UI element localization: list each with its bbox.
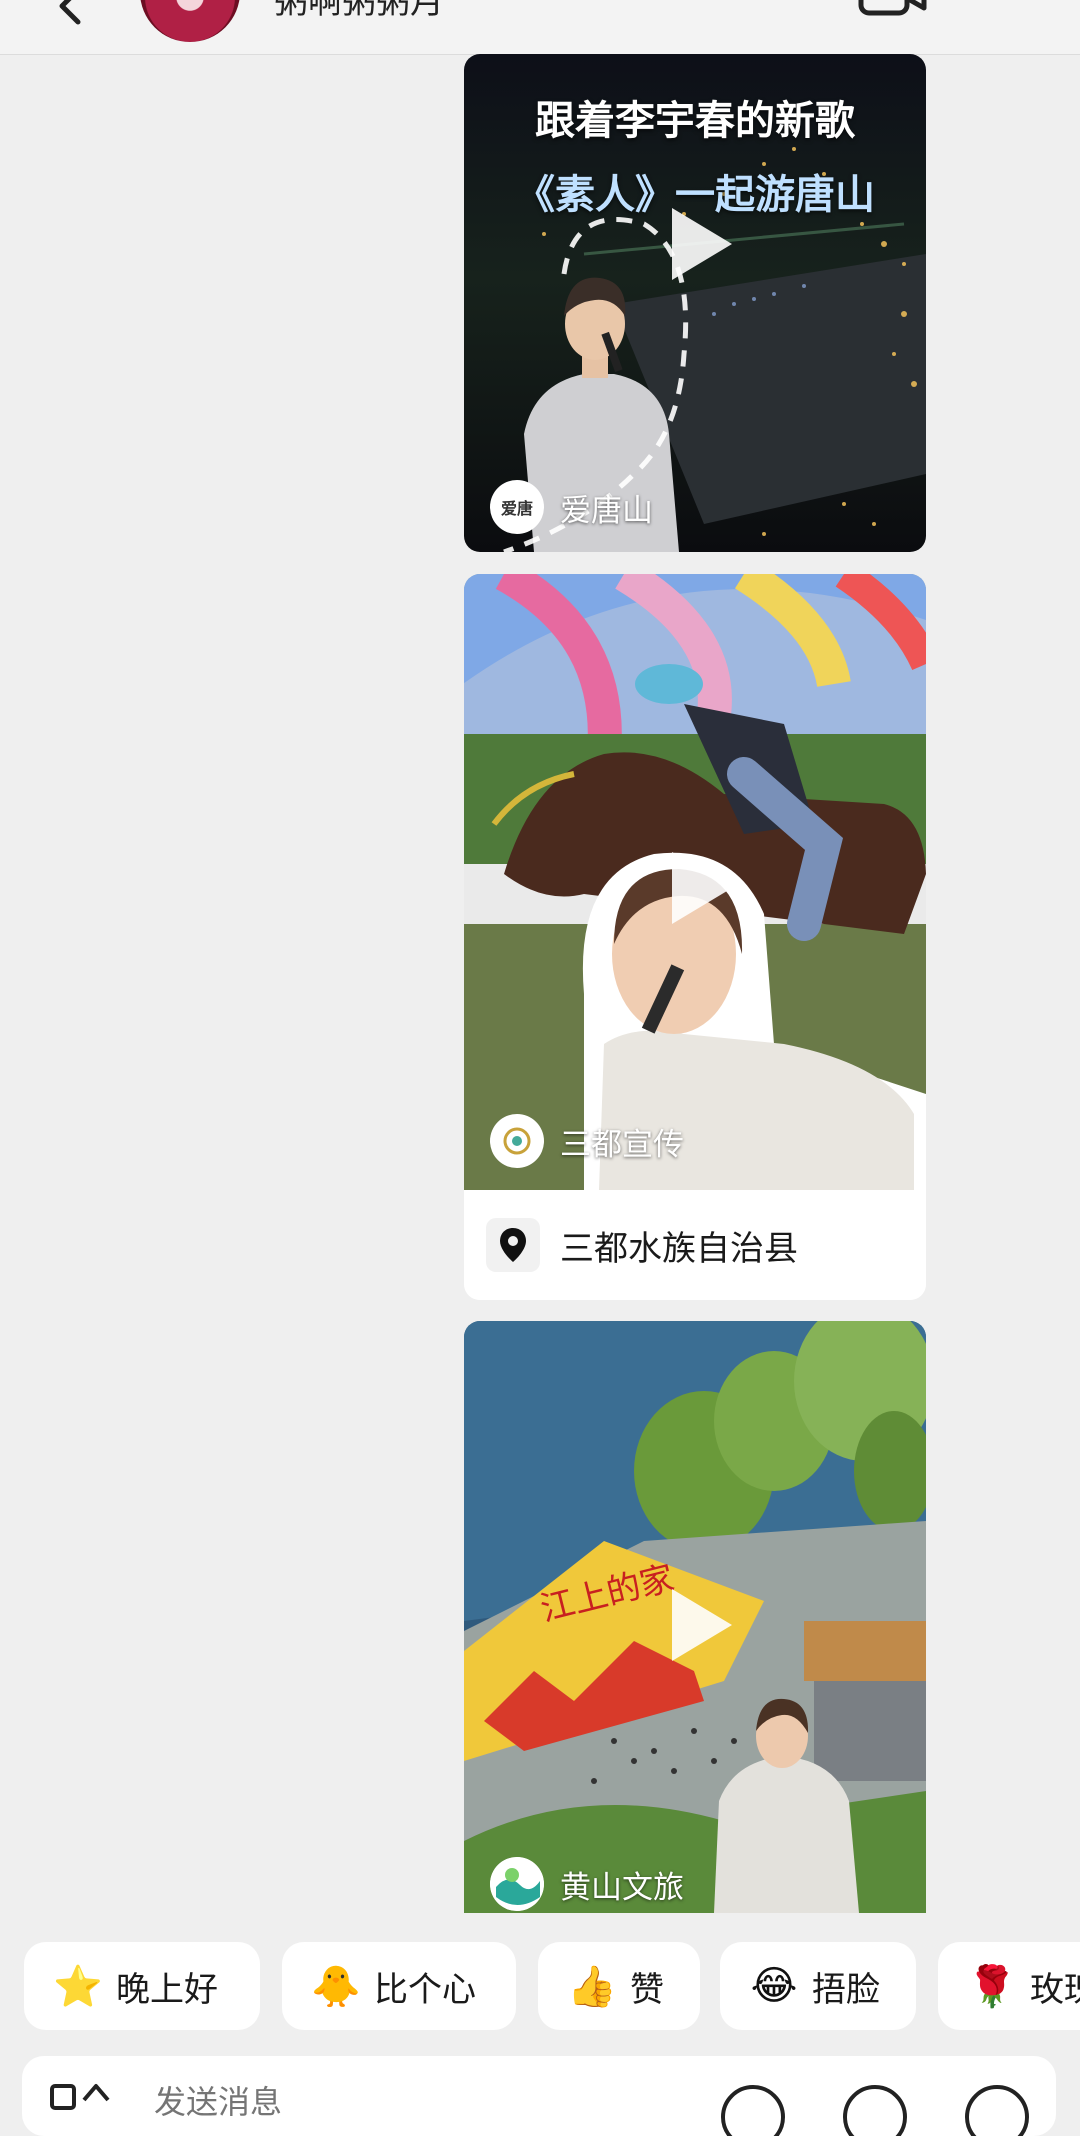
thumbs-up-icon: 👍 [567,1963,617,2010]
play-icon [672,1589,732,1661]
location-text: 三都水族自治县 [560,1228,798,1269]
image-icon[interactable] [840,2082,910,2136]
source-name: 黄山文旅 [560,1869,684,1906]
quick-reply-chip[interactable]: ⭐ 晚上好 [24,1942,260,2030]
play-icon [672,208,732,280]
video-caption-line1: 跟着李宇春的新歌 [535,98,855,144]
star-icon: ⭐ [53,1963,103,2010]
voice-icon[interactable] [48,2082,114,2136]
source-name: 三都宣传 [560,1126,684,1163]
source-name: 爱唐山 [560,492,653,529]
location-row[interactable]: 三都水族自治县 [464,1190,926,1300]
video-card[interactable]: 三都宣传 三都水族自治县 [464,574,926,1300]
video-source: 黄山文旅 [490,1857,684,1911]
plus-icon[interactable] [962,2082,1032,2136]
chat-header: 粥啊粥粥月 [0,0,1080,55]
video-call-icon[interactable] [858,0,928,16]
chick-icon: 🐥 [311,1963,361,2010]
emoji-icon[interactable] [718,2082,788,2136]
avatar[interactable] [140,0,240,42]
message-input[interactable] [152,2082,556,2122]
quick-reply-bar: ⭐ 晚上好 🐥 比个心 👍 赞 😂 捂脸 🌹 玫瑰 [0,1942,1080,2032]
video-thumbnail[interactable]: 三都宣传 [464,574,926,1190]
video-card[interactable]: 跟着李宇春的新歌 《素人》一起游唐山 爱唐 爱唐山 [464,54,926,552]
chat-title: 粥啊粥粥月 [274,0,444,22]
source-avatar [490,1857,544,1911]
quick-reply-chip[interactable]: 👍 赞 [538,1942,700,2030]
quick-reply-chip[interactable]: 🌹 玫瑰 [938,1942,1080,2030]
quick-reply-chip[interactable]: 🐥 比个心 [282,1942,516,2030]
chevron-left-icon[interactable] [44,0,104,34]
video-source: 爱唐 爱唐山 [490,480,653,534]
video-card[interactable]: 江上的家 黄山文旅 [464,1321,926,1913]
message-input-bar [22,2056,1056,2136]
video-source: 三都宣传 [490,1114,684,1168]
source-avatar [490,1114,544,1168]
quick-reply-chip[interactable]: 😂 捂脸 [720,1942,916,2030]
play-icon [672,852,732,924]
video-thumbnail[interactable]: 跟着李宇春的新歌 《素人》一起游唐山 爱唐 爱唐山 [464,54,926,552]
video-thumbnail[interactable]: 江上的家 黄山文旅 [464,1321,926,1913]
rose-icon: 🌹 [967,1963,1017,2010]
source-avatar: 爱唐 [490,480,544,534]
facepalm-icon: 😂 [750,1963,798,2009]
map-pin-icon [486,1218,540,1272]
